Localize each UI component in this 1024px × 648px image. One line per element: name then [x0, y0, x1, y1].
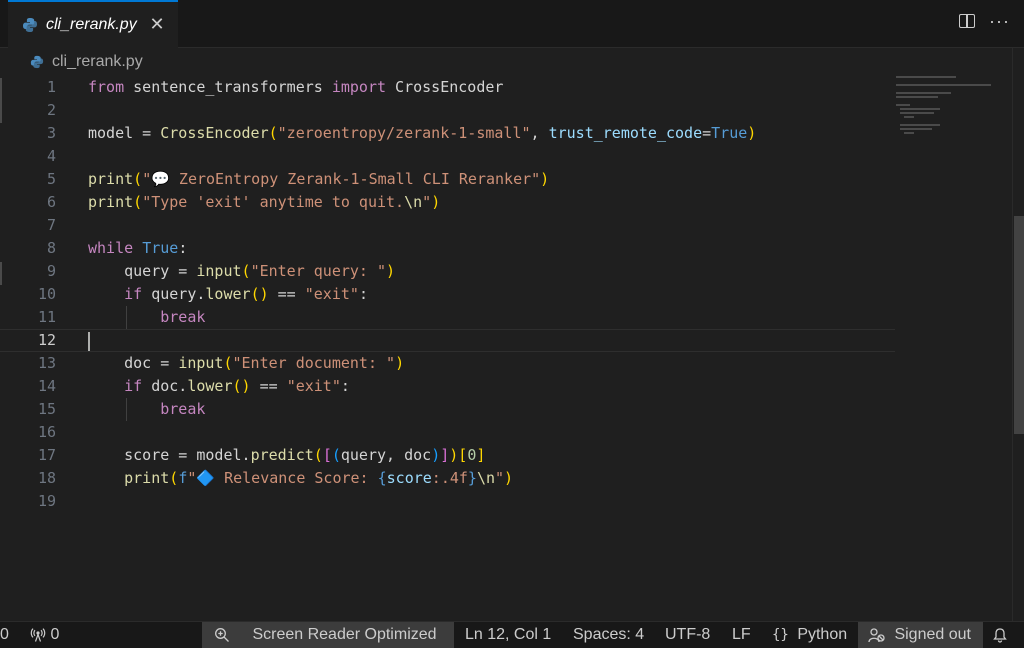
- code-line[interactable]: 2: [0, 99, 895, 122]
- python-file-icon: [23, 18, 37, 32]
- line-number: 1: [46, 78, 56, 96]
- code-line[interactable]: 4: [0, 145, 895, 168]
- status-bar: 0 0 Screen Reader Optimized Ln 12, Col 1…: [0, 621, 1024, 648]
- line-number: 12: [37, 331, 56, 349]
- account-icon: [868, 628, 885, 642]
- code-text: print("💬 ZeroEntropy Zerank-1-Small CLI …: [88, 170, 550, 188]
- language-label: Python: [797, 626, 848, 643]
- code-text: doc = input("Enter document: "): [88, 354, 405, 372]
- line-number: 5: [46, 170, 56, 188]
- code-text: if doc.lower() == "exit":: [124, 377, 350, 395]
- close-icon[interactable]: ✕: [148, 15, 166, 33]
- status-ports[interactable]: 0: [30, 622, 59, 648]
- notifications[interactable]: [992, 622, 1008, 648]
- code-text: print("Type 'exit' anytime to quit.\n"): [88, 193, 441, 211]
- vertical-scrollbar[interactable]: [1012, 48, 1024, 621]
- code-line[interactable]: 18 print(f"🔷 Relevance Score: {score:.4f…: [0, 467, 895, 490]
- code-text: model = CrossEncoder("zeroentropy/zerank…: [88, 124, 757, 142]
- line-number: 2: [46, 101, 56, 119]
- code-line[interactable]: 6 print("Type 'exit' anytime to quit.\n"…: [0, 191, 895, 214]
- code-line[interactable]: 8 while True:: [0, 237, 895, 260]
- line-number: 19: [37, 492, 56, 510]
- code-text: query = input("Enter query: "): [88, 262, 396, 280]
- zoom-icon: [215, 627, 229, 642]
- line-number: 3: [46, 124, 56, 142]
- code-line[interactable]: 10 if query.lower() == "exit":: [0, 283, 895, 306]
- code-line[interactable]: 15 break: [0, 398, 895, 421]
- code-text: break: [160, 308, 206, 326]
- ports-icon: [30, 627, 46, 642]
- line-number: 11: [37, 308, 56, 326]
- line-number: 15: [37, 400, 56, 418]
- code-line[interactable]: 19: [0, 490, 895, 513]
- status-screen-reader[interactable]: Screen Reader Optimized: [202, 622, 454, 648]
- scrollbar-thumb[interactable]: [1014, 216, 1024, 434]
- code-text: break: [160, 400, 206, 418]
- code-line[interactable]: 1 from sentence_transformers import Cros…: [0, 76, 895, 99]
- line-number: 4: [46, 147, 56, 165]
- status-cursor-position[interactable]: Ln 12, Col 1: [465, 622, 551, 648]
- account-label: Signed out: [894, 626, 971, 643]
- line-number: 16: [37, 423, 56, 441]
- status-encoding[interactable]: UTF-8: [665, 622, 710, 648]
- status-eol[interactable]: LF: [732, 622, 751, 648]
- code-line-current[interactable]: 12: [0, 329, 895, 352]
- code-line[interactable]: 5 print("💬 ZeroEntropy Zerank-1-Small CL…: [0, 168, 895, 191]
- split-editor-icon[interactable]: [959, 14, 976, 28]
- tab-label: cli_rerank.py: [46, 16, 137, 33]
- ports-count: 0: [50, 626, 60, 643]
- status-errors[interactable]: 0: [0, 622, 9, 648]
- code-text: while True:: [88, 239, 188, 257]
- code-line[interactable]: 3 model = CrossEncoder("zeroentropy/zera…: [0, 122, 895, 145]
- breadcrumb-file[interactable]: cli_rerank.py: [52, 53, 143, 71]
- more-actions-icon[interactable]: ···: [989, 12, 1010, 30]
- code-text: from sentence_transformers import CrossE…: [88, 78, 504, 96]
- status-indentation[interactable]: Spaces: 4: [573, 622, 644, 648]
- code-text: print(f"🔷 Relevance Score: {score:.4f}\n…: [124, 469, 514, 487]
- code-line[interactable]: 7: [0, 214, 895, 237]
- code-editor[interactable]: 1 from sentence_transformers import Cros…: [0, 76, 1012, 621]
- line-number: 7: [46, 216, 56, 234]
- status-language[interactable]: {} Python: [772, 622, 847, 648]
- code-line[interactable]: 14 if doc.lower() == "exit":: [0, 375, 895, 398]
- line-number: 18: [37, 469, 56, 487]
- code-line[interactable]: 13 doc = input("Enter document: "): [0, 352, 895, 375]
- line-number: 9: [46, 262, 56, 280]
- text-cursor: [88, 332, 90, 351]
- status-account[interactable]: Signed out: [858, 622, 983, 648]
- screen-reader-label: Screen Reader Optimized: [252, 626, 437, 643]
- minimap[interactable]: [896, 76, 1006, 136]
- editor-tab-bar: cli_rerank.py ✕ ···: [0, 0, 1024, 48]
- bell-icon: [993, 628, 1007, 643]
- tab-cli-rerank[interactable]: cli_rerank.py ✕: [8, 0, 178, 48]
- code-line[interactable]: 9 query = input("Enter query: "): [0, 260, 895, 283]
- code-line[interactable]: 16: [0, 421, 895, 444]
- line-number: 14: [37, 377, 56, 395]
- python-file-icon: [30, 55, 44, 69]
- code-text: score = model.predict([(query, doc)])[0]: [88, 446, 486, 464]
- breadcrumb[interactable]: cli_rerank.py: [30, 52, 143, 72]
- code-line[interactable]: 11 break: [0, 306, 895, 329]
- line-number: 13: [37, 354, 56, 372]
- line-number: 8: [46, 239, 56, 257]
- code-text: if query.lower() == "exit":: [124, 285, 368, 303]
- line-number: 17: [37, 446, 56, 464]
- line-number: 10: [37, 285, 56, 303]
- braces-icon: {}: [772, 627, 789, 643]
- code-line[interactable]: 17 score = model.predict([(query, doc)])…: [0, 444, 895, 467]
- line-number: 6: [46, 193, 56, 211]
